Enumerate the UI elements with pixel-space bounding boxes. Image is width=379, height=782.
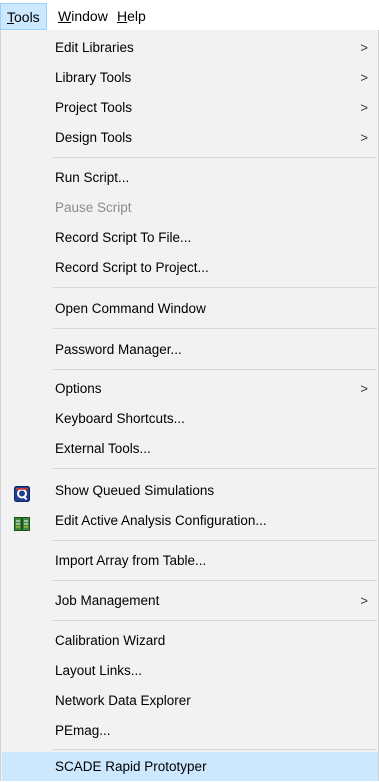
- menu-bar: Tools Window Help: [0, 0, 379, 33]
- menu-separator: [53, 328, 377, 329]
- menu-item-label: Password Manager...: [55, 342, 182, 357]
- menu-item-password-manager[interactable]: Password Manager...: [2, 335, 378, 365]
- menu-item-label: Pause Script: [55, 200, 132, 215]
- menu-item-options[interactable]: Options >: [2, 374, 378, 404]
- tools-dropdown-menu: Edit Libraries > Library Tools > Project…: [0, 30, 379, 781]
- menu-item-library-tools[interactable]: Library Tools >: [2, 63, 378, 93]
- menu-item-project-tools[interactable]: Project Tools >: [2, 93, 378, 123]
- menu-tools[interactable]: Tools: [0, 3, 47, 30]
- menu-item-external-tools[interactable]: External Tools...: [2, 434, 378, 464]
- menu-item-network-data-explorer[interactable]: Network Data Explorer: [2, 686, 378, 716]
- menu-item-job-management[interactable]: Job Management >: [2, 586, 378, 616]
- menu-item-label: Record Script to Project...: [55, 260, 209, 275]
- menu-item-edit-active-analysis-configuration[interactable]: Edit Active Analysis Configuration...: [2, 506, 378, 536]
- submenu-arrow-icon: >: [360, 40, 368, 55]
- menu-item-label: Library Tools: [55, 70, 132, 85]
- submenu-arrow-icon: >: [360, 100, 368, 115]
- menu-item-label: Project Tools: [55, 100, 133, 115]
- menu-item-label: Open Command Window: [55, 301, 206, 316]
- submenu-arrow-icon: >: [360, 381, 368, 396]
- menu-item-label: External Tools...: [55, 441, 151, 456]
- menu-item-pause-script: Pause Script: [2, 193, 378, 223]
- menu-item-label: Edit Active Analysis Configuration...: [55, 513, 267, 528]
- menu-item-label: Show Queued Simulations: [55, 483, 215, 498]
- menu-item-label: Record Script To File...: [55, 230, 192, 245]
- menu-help-label: elp: [127, 8, 146, 24]
- menu-tools-label: ools: [14, 9, 40, 25]
- menu-tools-accelerator: T: [7, 9, 14, 25]
- menu-item-record-script-to-file[interactable]: Record Script To File...: [2, 223, 378, 253]
- menu-item-label: Job Management: [55, 593, 160, 608]
- menu-window[interactable]: Window: [52, 3, 114, 30]
- menu-separator: [53, 369, 377, 370]
- submenu-arrow-icon: >: [360, 130, 368, 145]
- menu-window-label: indow: [71, 8, 108, 24]
- analysis-config-icon: [14, 513, 30, 531]
- menu-separator: [53, 580, 377, 581]
- menu-separator: [53, 468, 377, 469]
- menu-item-edit-libraries[interactable]: Edit Libraries >: [2, 33, 378, 63]
- menu-item-label: Import Array from Table...: [55, 553, 207, 568]
- menu-item-label: Design Tools: [55, 130, 133, 145]
- menu-item-label: PEmag...: [55, 723, 111, 738]
- menu-item-show-queued-simulations[interactable]: Show Queued Simulations: [2, 476, 378, 506]
- menu-item-calibration-wizard[interactable]: Calibration Wizard: [2, 626, 378, 656]
- menu-item-keyboard-shortcuts[interactable]: Keyboard Shortcuts...: [2, 404, 378, 434]
- menu-item-label: Calibration Wizard: [55, 633, 166, 648]
- menu-item-import-array-from-table[interactable]: Import Array from Table...: [2, 546, 378, 576]
- menu-separator: [53, 287, 377, 288]
- menu-item-label: Edit Libraries: [55, 40, 134, 55]
- menu-item-layout-links[interactable]: Layout Links...: [2, 656, 378, 686]
- menu-item-label: SCADE Rapid Prototyper: [55, 759, 207, 774]
- menu-item-pemag[interactable]: PEmag...: [2, 716, 378, 746]
- menu-separator: [53, 620, 377, 621]
- menu-separator: [53, 157, 377, 158]
- menu-help-accelerator: H: [117, 8, 128, 24]
- menu-item-label: Network Data Explorer: [55, 693, 191, 708]
- queue-icon: [14, 483, 30, 502]
- menu-item-label: Layout Links...: [55, 663, 143, 678]
- menu-separator: [53, 749, 377, 750]
- menu-item-run-script[interactable]: Run Script...: [2, 163, 378, 193]
- submenu-arrow-icon: >: [360, 70, 368, 85]
- menu-item-record-script-to-project[interactable]: Record Script to Project...: [2, 253, 378, 283]
- menu-item-label: Options: [55, 381, 102, 396]
- menu-item-design-tools[interactable]: Design Tools >: [2, 123, 378, 153]
- submenu-arrow-icon: >: [360, 593, 368, 608]
- menu-item-scade-rapid-prototyper[interactable]: SCADE Rapid Prototyper: [2, 752, 378, 781]
- menu-window-accelerator: W: [58, 8, 72, 24]
- menu-separator: [53, 540, 377, 541]
- menu-item-label: Run Script...: [55, 170, 130, 185]
- menu-item-label: Keyboard Shortcuts...: [55, 411, 185, 426]
- menu-item-open-command-window[interactable]: Open Command Window: [2, 294, 378, 324]
- menu-help[interactable]: Help: [111, 3, 152, 30]
